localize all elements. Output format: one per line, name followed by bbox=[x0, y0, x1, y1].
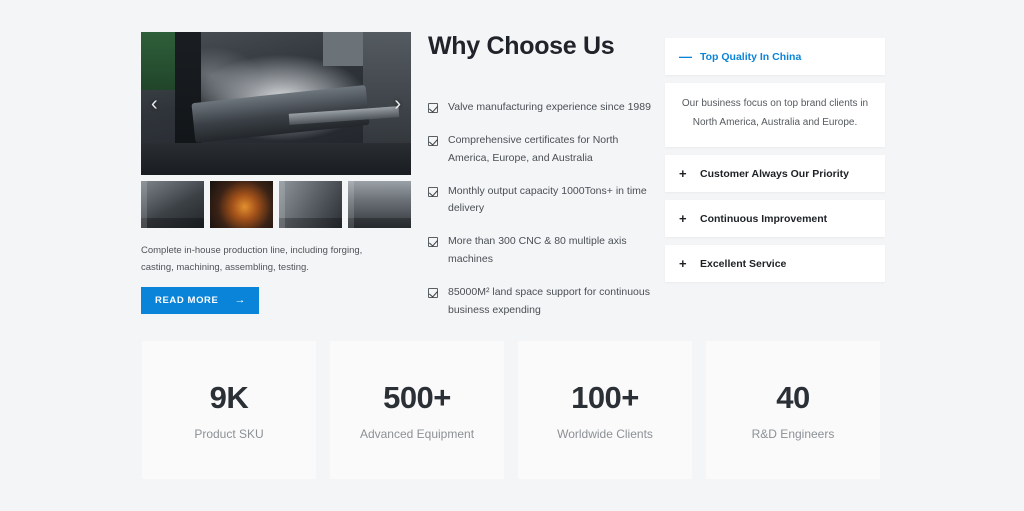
stat-label: Worldwide Clients bbox=[557, 426, 653, 441]
why-choose-us-section: ‹ › Complete in-house production line, i… bbox=[0, 0, 1024, 316]
list-item-label: More than 300 CNC & 80 multiple axis mac… bbox=[448, 235, 627, 266]
thumbnail-3[interactable] bbox=[279, 181, 342, 228]
plus-icon: + bbox=[679, 256, 687, 271]
list-item-label: Monthly output capacity 1000Tons+ in tim… bbox=[448, 184, 647, 215]
hero-image[interactable]: ‹ › bbox=[141, 32, 411, 175]
chevron-right-icon[interactable]: › bbox=[394, 94, 401, 114]
page-root: ‹ › Complete in-house production line, i… bbox=[0, 0, 1024, 511]
list-item: Comprehensive certificates for North Ame… bbox=[428, 132, 660, 168]
stat-value: 500+ bbox=[383, 379, 451, 415]
why-choose-us-block: Why Choose Us Valve manufacturing experi… bbox=[428, 32, 663, 335]
benefits-list: Valve manufacturing experience since 198… bbox=[428, 99, 663, 320]
media-description: Complete in-house production line, inclu… bbox=[141, 245, 363, 273]
accordion-label: Continuous Improvement bbox=[700, 212, 828, 225]
list-item: More than 300 CNC & 80 multiple axis mac… bbox=[428, 233, 660, 269]
accordion-item-excellent-service[interactable]: + Excellent Service bbox=[665, 245, 885, 282]
list-item-label: Valve manufacturing experience since 198… bbox=[448, 101, 651, 113]
stats-section: 9K Product SKU 500+ Advanced Equipment 1… bbox=[142, 341, 880, 479]
accordion-header[interactable]: + Excellent Service bbox=[665, 245, 885, 282]
check-box-icon bbox=[428, 103, 438, 113]
accordion-item-continuous-improvement[interactable]: + Continuous Improvement bbox=[665, 200, 885, 237]
read-more-label: READ MORE bbox=[155, 295, 219, 307]
minus-icon: — bbox=[679, 49, 692, 64]
thumbnail-strip bbox=[141, 181, 411, 228]
chevron-left-icon[interactable]: ‹ bbox=[151, 94, 158, 114]
thumbnail-2[interactable] bbox=[210, 181, 273, 228]
stat-value: 100+ bbox=[571, 379, 639, 415]
read-more-button[interactable]: READ MORE → bbox=[141, 287, 260, 315]
list-item: 85000M² land space support for continuou… bbox=[428, 284, 660, 320]
accordion-item-top-quality[interactable]: — Top Quality In China bbox=[665, 38, 885, 75]
arrow-right-icon: → bbox=[234, 294, 247, 307]
stat-label: Advanced Equipment bbox=[359, 426, 475, 441]
accordion-item-customer-priority[interactable]: + Customer Always Our Priority bbox=[665, 155, 885, 192]
accordion-label: Customer Always Our Priority bbox=[700, 167, 849, 180]
accordion-label: Top Quality In China bbox=[700, 50, 802, 63]
list-item-label: Comprehensive certificates for North Ame… bbox=[448, 133, 619, 164]
hero-image-graphic bbox=[141, 32, 411, 175]
stat-card-worldwide-clients: 100+ Worldwide Clients bbox=[518, 341, 692, 479]
accordion: — Top Quality In China Our business focu… bbox=[665, 38, 885, 290]
check-box-icon bbox=[428, 186, 438, 197]
media-gallery: ‹ › Complete in-house production line, i… bbox=[141, 32, 411, 315]
list-item: Valve manufacturing experience since 198… bbox=[428, 99, 660, 117]
check-box-icon bbox=[428, 237, 438, 248]
accordion-label: Excellent Service bbox=[700, 257, 787, 270]
stat-card-advanced-equipment: 500+ Advanced Equipment bbox=[330, 341, 504, 479]
check-box-icon bbox=[428, 135, 438, 146]
accordion-header[interactable]: — Top Quality In China bbox=[665, 38, 885, 75]
list-item-label: 85000M² land space support for continuou… bbox=[448, 285, 650, 316]
plus-icon: + bbox=[679, 166, 687, 181]
accordion-header[interactable]: + Continuous Improvement bbox=[665, 200, 885, 237]
stat-value: 40 bbox=[776, 379, 810, 415]
page-title: Why Choose Us bbox=[428, 32, 615, 60]
stat-card-rd-engineers: 40 R&D Engineers bbox=[706, 341, 880, 479]
stat-label: Product SKU bbox=[194, 426, 264, 441]
check-box-icon bbox=[428, 287, 438, 298]
stat-label: R&D Engineers bbox=[751, 426, 835, 441]
stat-card-product-sku: 9K Product SKU bbox=[142, 341, 316, 479]
thumbnail-1[interactable] bbox=[141, 181, 204, 228]
stat-value: 9K bbox=[209, 379, 249, 415]
accordion-header[interactable]: + Customer Always Our Priority bbox=[665, 155, 885, 192]
plus-icon: + bbox=[679, 211, 687, 226]
thumbnail-4[interactable] bbox=[348, 181, 411, 228]
list-item: Monthly output capacity 1000Tons+ in tim… bbox=[428, 183, 660, 219]
accordion-panel-top-quality: Our business focus on top brand clients … bbox=[665, 83, 885, 147]
